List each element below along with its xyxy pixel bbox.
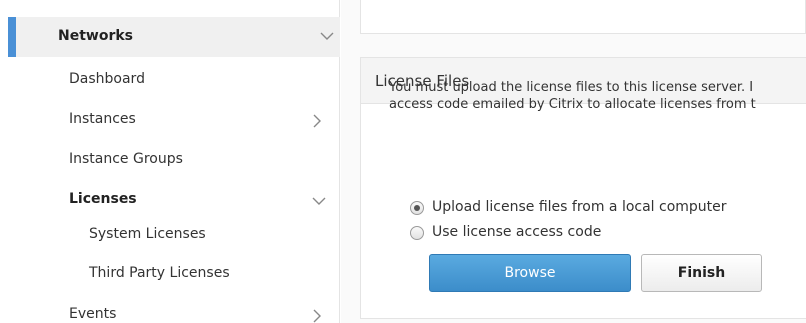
radio-label: Use license access code bbox=[432, 224, 602, 240]
sidebar-item-label: Instance Groups bbox=[69, 151, 183, 167]
sidebar-item-label: Licenses bbox=[69, 191, 137, 207]
description-line: You must upload the license files to thi… bbox=[389, 80, 754, 95]
radio-button[interactable] bbox=[410, 201, 424, 215]
sidebar-item-label: Instances bbox=[69, 111, 136, 127]
sidebar-item-label: System Licenses bbox=[89, 226, 206, 242]
sidebar-item-label: Dashboard bbox=[69, 71, 145, 87]
chevron-right-icon bbox=[312, 309, 324, 323]
sidebar-item-label: Events bbox=[69, 306, 117, 322]
sidebar-nav: Networks Dashboard Instances Instance Gr… bbox=[0, 0, 340, 323]
chevron-right-icon bbox=[312, 114, 324, 128]
panel-description: You must upload the license files to thi… bbox=[389, 79, 787, 113]
chevron-down-icon bbox=[320, 31, 334, 43]
sidebar-item-instance-groups[interactable]: Instance Groups bbox=[0, 142, 332, 178]
sidebar-item-third-party-licenses[interactable]: Third Party Licenses bbox=[0, 256, 332, 292]
finish-button[interactable]: Finish bbox=[641, 254, 762, 292]
browse-button[interactable]: Browse bbox=[429, 254, 631, 292]
sidebar-item-dashboard[interactable]: Dashboard bbox=[0, 62, 332, 98]
sidebar-item-licenses[interactable]: Licenses bbox=[0, 182, 332, 218]
sidebar-section-label: Networks bbox=[58, 28, 134, 44]
description-line: access code emailed by Citrix to allocat… bbox=[389, 97, 756, 112]
sidebar-item-events[interactable]: Events bbox=[0, 297, 332, 323]
sidebar-item-label: Third Party Licenses bbox=[89, 265, 230, 281]
previous-panel bbox=[360, 0, 806, 34]
chevron-down-icon bbox=[312, 196, 326, 208]
radio-button[interactable] bbox=[410, 226, 424, 240]
main-content: License Files You must upload the licens… bbox=[341, 0, 806, 323]
sidebar-item-system-licenses[interactable]: System Licenses bbox=[0, 217, 332, 253]
sidebar-item-instances[interactable]: Instances bbox=[0, 102, 332, 138]
radio-label: Upload license files from a local comput… bbox=[432, 199, 727, 215]
sidebar-section-networks[interactable]: Networks bbox=[8, 17, 340, 57]
